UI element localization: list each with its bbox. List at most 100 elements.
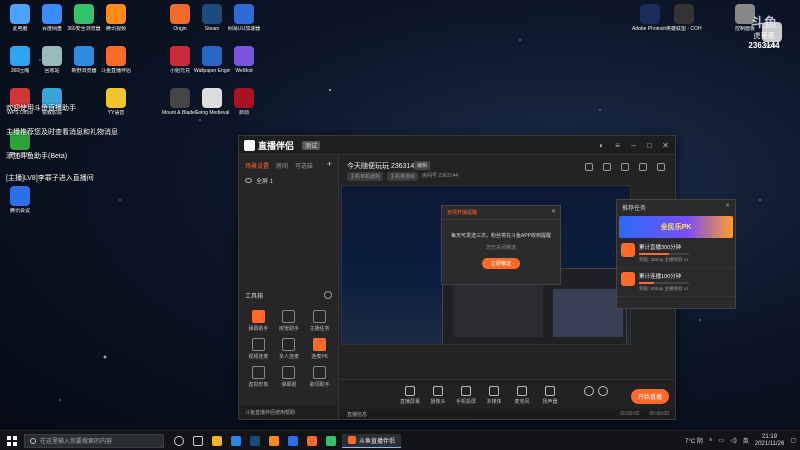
desktop-icon[interactable]: 小姐元兑	[162, 46, 198, 74]
desktop-icon[interactable]: 腾讯视频	[98, 4, 134, 32]
desktop-icon[interactable]: Mount & Blade II ...	[162, 88, 198, 116]
toolbox-item[interactable]: 房管助手	[274, 310, 305, 332]
push-now-button[interactable]: 立即推送	[482, 258, 520, 269]
task-view-icon[interactable]	[193, 435, 203, 446]
desktop-icon[interactable]: 网易UU加速器	[226, 4, 262, 32]
browser-icon[interactable]	[326, 435, 336, 446]
desktop-icon[interactable]: 斗鱼直播伴侣	[98, 46, 134, 74]
subcategory-pill[interactable]: 主机类游戏	[387, 172, 419, 181]
settings-icon-btn[interactable]	[590, 386, 616, 398]
app-icon	[106, 46, 126, 66]
room-info: 主机单机游戏 主机类游戏 房间号 2363144	[347, 172, 458, 181]
ime-label[interactable]: 英	[743, 436, 749, 445]
recommend-title: 推荐任务	[622, 206, 647, 212]
toolbox-item[interactable]: 虚拟形象	[243, 366, 274, 388]
desktop-icon[interactable]: 启动	[226, 88, 262, 116]
network-icon[interactable]: ▭	[718, 437, 724, 444]
add-scene-icon[interactable]: +	[327, 160, 332, 170]
edge-icon[interactable]	[231, 435, 241, 446]
desktop-icon[interactable]: 360安全浏览器	[66, 4, 102, 32]
start-live-button[interactable]: 开始直播	[630, 389, 669, 404]
desktop-icon[interactable]: 新野浏览器	[66, 46, 102, 74]
weather-label[interactable]: 7°C 阴	[685, 436, 703, 445]
edit-room-button[interactable]: 编辑	[414, 161, 431, 170]
desktop-icon[interactable]: Origin	[162, 4, 198, 32]
meeting-icon[interactable]	[288, 435, 298, 446]
cortana-icon[interactable]	[174, 435, 184, 446]
origin-icon[interactable]	[307, 435, 317, 446]
taskbar-search[interactable]: 在这里输入你要搜索的内容	[24, 433, 164, 448]
start-button[interactable]	[0, 435, 24, 446]
maximize-icon[interactable]: □	[645, 141, 654, 150]
desktop-icon-label: Steam	[204, 26, 220, 32]
mic-button[interactable]: 麦克风	[509, 386, 535, 405]
desktop-icon[interactable]: 英雄联盟 - COH...	[666, 4, 702, 32]
windows-icon	[7, 435, 17, 446]
control-label: 麦克风	[514, 399, 530, 405]
inbox-icon[interactable]	[621, 163, 629, 171]
volume-icon[interactable]: ◁)	[730, 437, 737, 444]
file-explorer-icon[interactable]	[212, 435, 222, 446]
desktop-icon[interactable]: 360压缩	[2, 46, 38, 74]
app-icon	[106, 88, 126, 108]
dialog-close-icon[interactable]: ✕	[551, 208, 556, 215]
tool-icon	[282, 338, 296, 351]
pk-banner[interactable]: 全民乐PK	[619, 216, 733, 238]
desktop-icon[interactable]: Steam	[194, 4, 230, 32]
notifications-icon[interactable]: ▢	[790, 437, 796, 444]
tab-scene[interactable]: 场景设置	[245, 161, 269, 170]
lock-icon[interactable]	[603, 163, 611, 171]
clock[interactable]: 21:19 2021/11/26	[755, 434, 785, 448]
toolbox-settings-icon[interactable]	[324, 291, 332, 299]
screen-button[interactable]: 直播屏幕	[397, 386, 423, 405]
app-logo-icon	[244, 139, 255, 151]
desktop-icon[interactable]: 此电脑	[2, 4, 38, 32]
help-link[interactable]: 斗鱼直播伴侣使用帮助	[239, 405, 338, 419]
camera-button[interactable]: 摄像头	[425, 386, 451, 405]
steam-icon[interactable]	[250, 435, 260, 446]
toolbox-item[interactable]: 弹幕助手	[243, 310, 274, 332]
desktop-icon[interactable]: WeMod	[226, 46, 262, 74]
tab-room[interactable]: 房间	[276, 161, 288, 170]
menu-icon[interactable]: ≡	[613, 141, 622, 150]
recommend-close-icon[interactable]: ✕	[725, 202, 730, 209]
toolbox-item[interactable]: 多人连麦	[274, 338, 305, 360]
eye-icon[interactable]	[245, 178, 252, 183]
toolbox-item[interactable]: 连麦PK	[304, 338, 335, 360]
speaker-button[interactable]: 扬声器	[537, 386, 563, 405]
phone-cast-button[interactable]: 手机投屏	[453, 386, 479, 405]
desktop-icon-label: Mount & Blade II ...	[162, 110, 198, 116]
chevron-up-icon[interactable]: ˄	[709, 438, 713, 444]
desktop-icon[interactable]: YY语音	[98, 88, 134, 116]
bell-icon[interactable]	[639, 163, 647, 171]
scene-item[interactable]: 全屏 1	[239, 174, 338, 187]
task-item[interactable]: 累计连播100分钟 奖励: 50Exp 主播经验 x1	[617, 268, 735, 297]
tab-addons[interactable]: 可选装	[295, 161, 313, 170]
toolbox-item[interactable]: 视频连麦	[243, 338, 274, 360]
task-item[interactable]: 累计直播300分钟 奖励: 30Exp 主播经验 x1	[617, 239, 735, 268]
desktop-icon[interactable]: Adobe Photosh...	[632, 4, 668, 32]
system-tray: 7°C 阴 ˄ ▭ ◁) 英 21:19 2021/11/26 ▢	[685, 434, 800, 448]
version-badge[interactable]: 测试	[302, 140, 321, 150]
share-icon[interactable]	[657, 163, 665, 171]
tencent-video-icon[interactable]	[269, 435, 279, 446]
desktop-icon[interactable]: Going Medieval	[194, 88, 230, 116]
media-button[interactable]: 多媒体	[481, 386, 507, 405]
minimize-icon[interactable]: –	[629, 141, 638, 150]
toolbox-item[interactable]: 主播任务	[304, 310, 335, 332]
category-pill[interactable]: 主机单机游戏	[347, 172, 384, 181]
task-body: 累计连播100分钟 奖励: 50Exp 主播经验 x1	[639, 272, 689, 292]
desktop-icon[interactable]: 百度网盘	[34, 4, 70, 32]
app-titlebar[interactable]: 直播伴侣 测试 ◐ ≡ – □ ✕	[239, 136, 675, 155]
toolbox-item[interactable]: 歌词助手	[304, 366, 335, 388]
desktop-icon[interactable]: 回收站	[34, 46, 70, 74]
app-icon	[10, 4, 30, 24]
toolbox-item[interactable]: 弹幕姬	[274, 366, 305, 388]
desktop-icon[interactable]: Wallpaper Engine:...	[194, 46, 230, 74]
desktop-icon[interactable]: 腾讯会议	[2, 186, 38, 214]
taskbar-active-app[interactable]: 斗鱼直播伴侣	[342, 433, 402, 448]
skin-icon[interactable]: ◐	[597, 141, 606, 150]
close-icon[interactable]: ✕	[661, 141, 670, 150]
control-label: 摄像头	[430, 399, 446, 405]
layout-icon[interactable]	[585, 163, 593, 171]
